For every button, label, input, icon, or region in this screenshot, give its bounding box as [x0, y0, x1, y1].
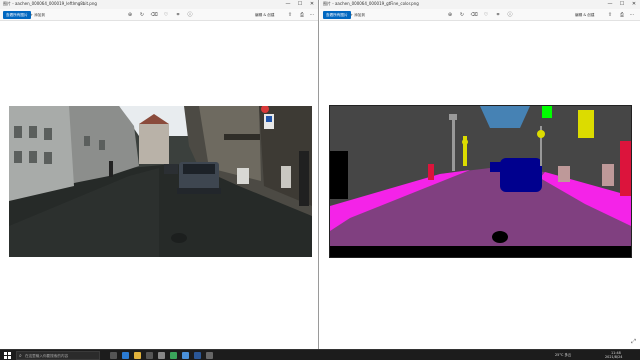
delete-icon[interactable]: ⌫	[150, 11, 158, 19]
street-photo	[9, 106, 312, 257]
search-placeholder: 在这里输入你要搜索的内容	[25, 354, 69, 358]
zoom-in-icon[interactable]: ⊕	[446, 11, 454, 19]
file-explorer-icon[interactable]	[134, 352, 141, 359]
toolbar: 查看所有图片 + 添加到 ⊕ ↻ ⌫ ♡ ⌗ ⓘ 编辑 & 创建 ⇪ ⎙ ⋯	[0, 9, 318, 21]
add-to-label: 添加到	[34, 13, 45, 17]
clock-date[interactable]: 2021/8/24	[605, 355, 622, 359]
word-icon[interactable]	[194, 352, 201, 359]
task-view-icon[interactable]	[110, 352, 117, 359]
rotate-icon[interactable]: ↻	[138, 11, 146, 19]
taskbar-search-input[interactable]: ⌕ 在这里输入你要搜索的内容	[16, 351, 100, 360]
edit-create-button[interactable]: 编辑 & 创建	[255, 11, 274, 19]
close-button[interactable]: ✕	[306, 0, 318, 9]
rotate-icon[interactable]: ↻	[458, 11, 466, 19]
edit-create-button[interactable]: 编辑 & 创建	[575, 11, 594, 19]
maximize-button[interactable]: ☐	[294, 0, 306, 9]
add-to-button[interactable]: + 添加到	[350, 11, 365, 19]
print-icon[interactable]: ⎙	[298, 11, 306, 19]
close-button[interactable]: ✕	[628, 0, 640, 9]
add-to-button[interactable]: + 添加到	[30, 11, 45, 19]
photos-window-right: 图片 - aachen_000064_000019_gtFine_color.p…	[320, 0, 640, 349]
street-photo-graphic	[9, 106, 312, 257]
favorite-icon[interactable]: ♡	[162, 11, 170, 19]
photos-window-left: 图片 - aachen_000064_000019_leftImg8bit.pn…	[0, 0, 319, 349]
edge-icon[interactable]	[122, 352, 129, 359]
window-title: 图片 - aachen_000064_000019_gtFine_color.p…	[323, 1, 419, 6]
share-icon[interactable]: ⇪	[286, 11, 294, 19]
info-icon[interactable]: ⓘ	[506, 11, 514, 19]
favorite-icon[interactable]: ♡	[482, 11, 490, 19]
view-all-photos-button[interactable]: 查看所有图片	[323, 11, 351, 19]
title-bar[interactable]: 图片 - aachen_000064_000019_leftImg8bit.pn…	[0, 0, 318, 9]
expand-icon[interactable]: ⤢	[631, 338, 636, 346]
maximize-button[interactable]: ☐	[616, 0, 628, 9]
windows-start-icon[interactable]	[4, 352, 11, 359]
add-to-label: 添加到	[354, 13, 365, 17]
weather-label[interactable]: 25°C 多云	[555, 353, 571, 357]
info-icon[interactable]: ⓘ	[186, 11, 194, 19]
mail-icon[interactable]	[158, 352, 165, 359]
delete-icon[interactable]: ⌫	[470, 11, 478, 19]
crop-icon[interactable]: ⌗	[494, 11, 502, 19]
search-icon: ⌕	[19, 353, 22, 359]
title-bar[interactable]: 图片 - aachen_000064_000019_gtFine_color.p…	[320, 0, 640, 9]
share-icon[interactable]: ⇪	[606, 11, 614, 19]
print-icon[interactable]: ⎙	[618, 11, 626, 19]
segmentation-mask-graphic	[330, 106, 631, 257]
toolbar: 查看所有图片 + 添加到 ⊕ ↻ ⌫ ♡ ⌗ ⓘ 编辑 & 创建 ⇪ ⎙ ⋯	[320, 9, 640, 21]
store-icon[interactable]	[146, 352, 153, 359]
zoom-in-icon[interactable]: ⊕	[126, 11, 134, 19]
wechat-icon[interactable]	[170, 352, 177, 359]
segmentation-mask	[329, 105, 632, 258]
settings-icon[interactable]	[206, 352, 213, 359]
crop-icon[interactable]: ⌗	[174, 11, 182, 19]
taskbar: ⌕ 在这里输入你要搜索的内容 25°C 多云 11:48 2021/8/24	[0, 349, 640, 360]
view-all-photos-button[interactable]: 查看所有图片	[3, 11, 31, 19]
more-icon[interactable]: ⋯	[308, 11, 316, 19]
minimize-button[interactable]: —	[282, 0, 294, 9]
photos-icon[interactable]	[182, 352, 189, 359]
minimize-button[interactable]: —	[604, 0, 616, 9]
window-title: 图片 - aachen_000064_000019_leftImg8bit.pn…	[3, 1, 97, 6]
more-icon[interactable]: ⋯	[628, 11, 636, 19]
